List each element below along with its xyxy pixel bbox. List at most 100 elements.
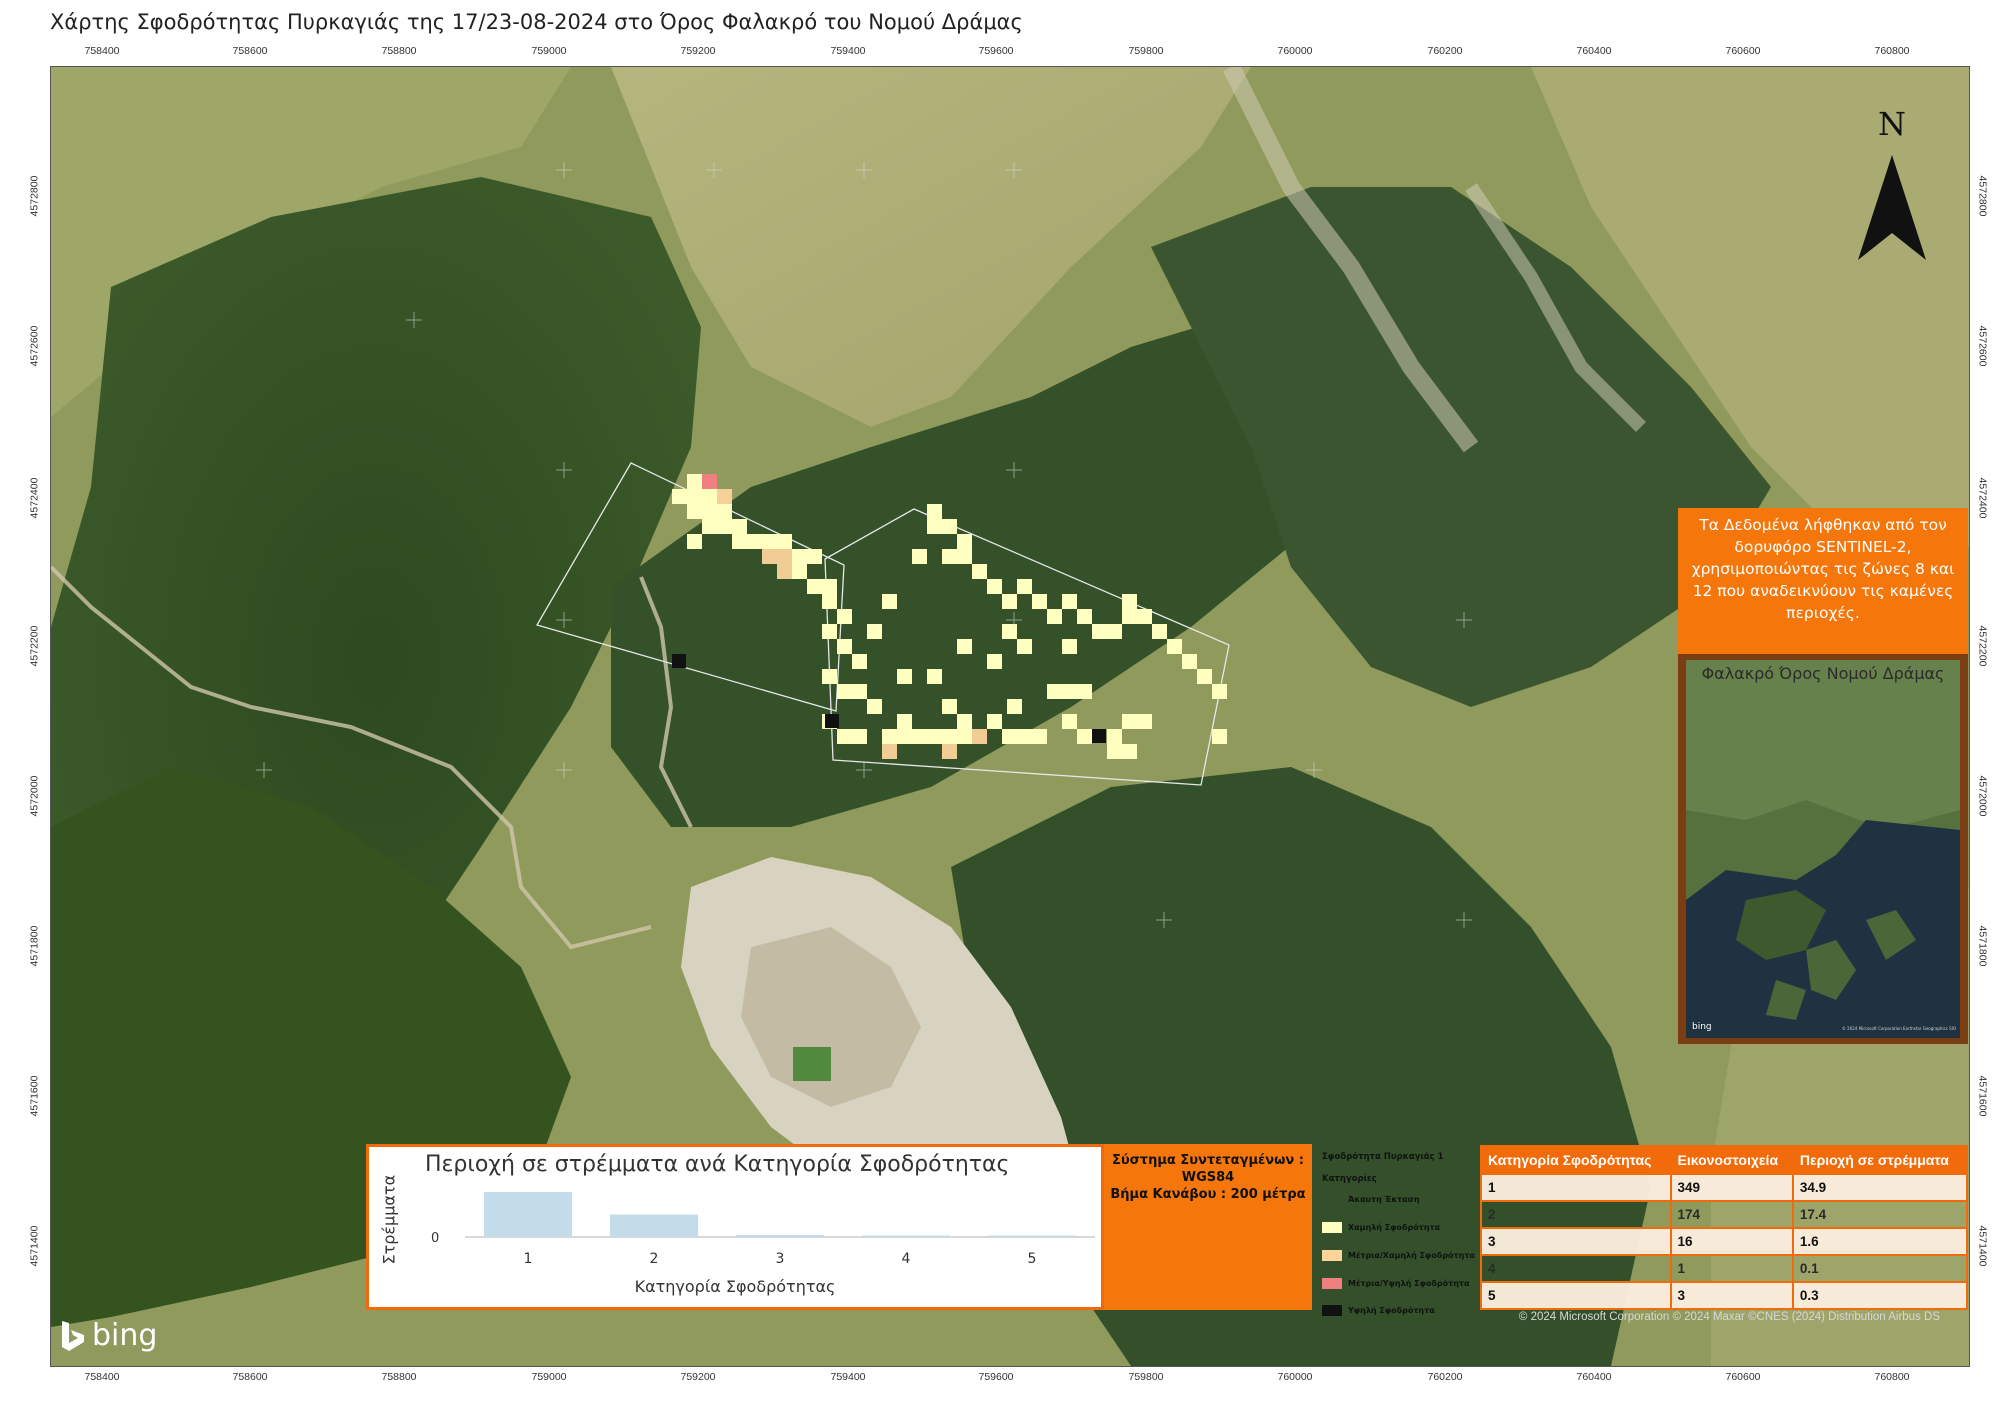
x-tick-bottom: 759600 <box>978 1371 1014 1383</box>
legend-swatch-moderate-high <box>1322 1277 1342 1289</box>
y-tick-left: 4571600 <box>28 1075 41 1117</box>
x-tick-bottom: 759400 <box>830 1371 866 1383</box>
legend-item: Υψηλή Σφοδρότητα <box>1322 1302 1435 1318</box>
cell-pixels: 1 <box>1669 1254 1794 1283</box>
x-tick-top: 759600 <box>978 45 1014 57</box>
cell-category: 2 <box>1480 1200 1672 1229</box>
x-tick-bottom: 759000 <box>531 1371 567 1383</box>
cell-category: 1 <box>1480 1173 1672 1202</box>
chart-bar <box>735 1234 825 1237</box>
y-tick-right: 4572000 <box>1976 775 1989 817</box>
inset-imagery <box>1686 660 1960 1038</box>
legend-swatch-low <box>1322 1221 1342 1233</box>
y-tick-right: 4572600 <box>1976 325 1989 367</box>
legend-swatch-high <box>1322 1304 1342 1316</box>
x-tick-bottom: 759200 <box>680 1371 716 1383</box>
north-arrow: N <box>1852 105 1932 265</box>
inset-map-frame: Φαλακρό Όρος Νομού Δράμας bing © 2024 Mi… <box>1678 654 1968 1044</box>
legend-label: Υψηλή Σφοδρότητα <box>1348 1305 1435 1315</box>
y-tick-left: 4572600 <box>28 325 41 367</box>
x-tick-top: 760800 <box>1874 45 1910 57</box>
chart-x-tick-label: 4 <box>902 1251 911 1267</box>
chart-x-label: Κατηγορία Σφοδρότητας <box>634 1277 836 1296</box>
legend-label: Άκαυτη Έκταση <box>1348 1194 1420 1204</box>
x-tick-top: 759200 <box>680 45 716 57</box>
inset-map[interactable]: Φαλακρό Όρος Νομού Δράμας bing © 2024 Mi… <box>1686 660 1960 1038</box>
table-row: 1 349 34.9 <box>1480 1173 1969 1202</box>
map-page: Χάρτης Σφοδρότητας Πυρκαγιάς της 17/23-0… <box>0 0 2000 1414</box>
cell-pixels: 349 <box>1669 1173 1794 1202</box>
legend-item: Άκαυτη Έκταση <box>1322 1191 1420 1207</box>
y-tick-left: 4572200 <box>28 625 41 667</box>
imagery-attribution: © 2024 Microsoft Corporation © 2024 Maxa… <box>1518 1311 1940 1323</box>
chart-x-tick-label: 2 <box>650 1251 659 1267</box>
cell-category: 5 <box>1480 1281 1672 1310</box>
x-tick-top: 759400 <box>830 45 866 57</box>
y-tick-left: 4572000 <box>28 775 41 817</box>
bing-icon <box>62 1320 84 1351</box>
header-area: Περιοχή σε στρέμματα <box>1791 1145 1969 1175</box>
coordinate-system-box: Σύστημα Συντεταγμένων : WGS84 Βήμα Κανάβ… <box>1104 1144 1312 1310</box>
north-arrow-icon <box>1858 155 1926 260</box>
table-row: 4 1 0.1 <box>1480 1254 1969 1283</box>
data-source-note: Τα Δεδομένα λήφθηκαν από τον δορυφόρο SE… <box>1678 508 1968 654</box>
cell-area: 0.1 <box>1791 1254 1969 1283</box>
x-tick-top: 759800 <box>1128 45 1164 57</box>
y-tick-left: 4572400 <box>28 477 41 519</box>
cell-category: 3 <box>1480 1227 1672 1256</box>
x-tick-bottom: 760200 <box>1427 1371 1463 1383</box>
x-tick-top: 758800 <box>381 45 417 57</box>
cell-area: 34.9 <box>1791 1173 1969 1202</box>
y-tick-right: 4571600 <box>1976 1075 1989 1117</box>
x-tick-top: 758400 <box>84 45 120 57</box>
y-tick-right: 4572800 <box>1976 175 1989 217</box>
x-tick-bottom: 758800 <box>381 1371 417 1383</box>
legend-label: Χαμηλή Σφοδρότητα <box>1348 1222 1441 1232</box>
chart-x-tick-label: 1 <box>524 1251 533 1267</box>
inset-attribution: © 2024 Microsoft Corporation Earthstar G… <box>1841 1026 1956 1031</box>
y-tick-right: 4572200 <box>1976 625 1989 667</box>
chart-x-tick-label: 5 <box>1028 1251 1037 1267</box>
x-tick-top: 760600 <box>1725 45 1761 57</box>
table-header-row: Κατηγορία Σφοδρότητας Εικονοστοιχεία Περ… <box>1480 1145 1969 1175</box>
legend-item: Μέτρια/Χαμηλή Σφοδρότητα <box>1322 1247 1475 1263</box>
legend-item: Χαμηλή Σφοδρότητα <box>1322 1219 1440 1235</box>
x-tick-bottom: 760000 <box>1277 1371 1313 1383</box>
chart-x-tick-label: 3 <box>776 1251 785 1267</box>
legend-subtitle: Κατηγορίες <box>1322 1174 1377 1184</box>
map-title: Χάρτης Σφοδρότητας Πυρκαγιάς της 17/23-0… <box>50 10 1023 34</box>
chart-bar <box>483 1192 573 1237</box>
cell-area: 0.3 <box>1791 1281 1969 1310</box>
legend-item: Μέτρια/Υψηλή Σφοδρότητα <box>1322 1275 1470 1291</box>
chart-panel: Περιοχή σε στρέμματα ανά Κατηγορία Σφοδρ… <box>366 1144 1104 1310</box>
x-tick-bottom: 760400 <box>1576 1371 1612 1383</box>
cell-area: 17.4 <box>1791 1200 1969 1229</box>
header-category: Κατηγορία Σφοδρότητας <box>1480 1145 1672 1175</box>
x-tick-top: 759000 <box>531 45 567 57</box>
inset-title: Φαλακρό Όρος Νομού Δράμας <box>1701 664 1945 683</box>
legend-swatch-unburned <box>1322 1194 1342 1205</box>
x-tick-bottom: 760800 <box>1874 1371 1910 1383</box>
cell-pixels: 3 <box>1669 1281 1794 1310</box>
y-tick-left: 4572800 <box>28 175 41 217</box>
table-row: 2 174 17.4 <box>1480 1200 1969 1229</box>
cell-category: 4 <box>1480 1254 1672 1283</box>
chart-bar <box>609 1214 699 1237</box>
cell-pixels: 174 <box>1669 1200 1794 1229</box>
legend-label: Μέτρια/Χαμηλή Σφοδρότητα <box>1348 1250 1475 1260</box>
chart-bar <box>861 1235 951 1237</box>
bing-logo: bing <box>60 1318 157 1353</box>
x-tick-bottom: 760600 <box>1725 1371 1761 1383</box>
x-tick-top: 758600 <box>232 45 268 57</box>
y-tick-right: 4572400 <box>1976 477 1989 519</box>
stats-table: Κατηγορία Σφοδρότητας Εικονοστοιχεία Περ… <box>1480 1145 1969 1310</box>
coord-system-value: WGS84 <box>1181 1170 1235 1185</box>
legend-title: Σφοδρότητα Πυρκαγιάς 1 <box>1322 1152 1444 1162</box>
cell-pixels: 16 <box>1669 1227 1794 1256</box>
legend-swatch-moderate-low <box>1322 1249 1342 1261</box>
y-tick-left: 4571400 <box>28 1225 41 1267</box>
chart-y-tick-label: 0 <box>431 1231 439 1246</box>
header-pixels: Εικονοστοιχεία <box>1669 1145 1794 1175</box>
bing-wordmark: bing <box>92 1318 158 1353</box>
x-tick-bottom: 758600 <box>232 1371 268 1383</box>
